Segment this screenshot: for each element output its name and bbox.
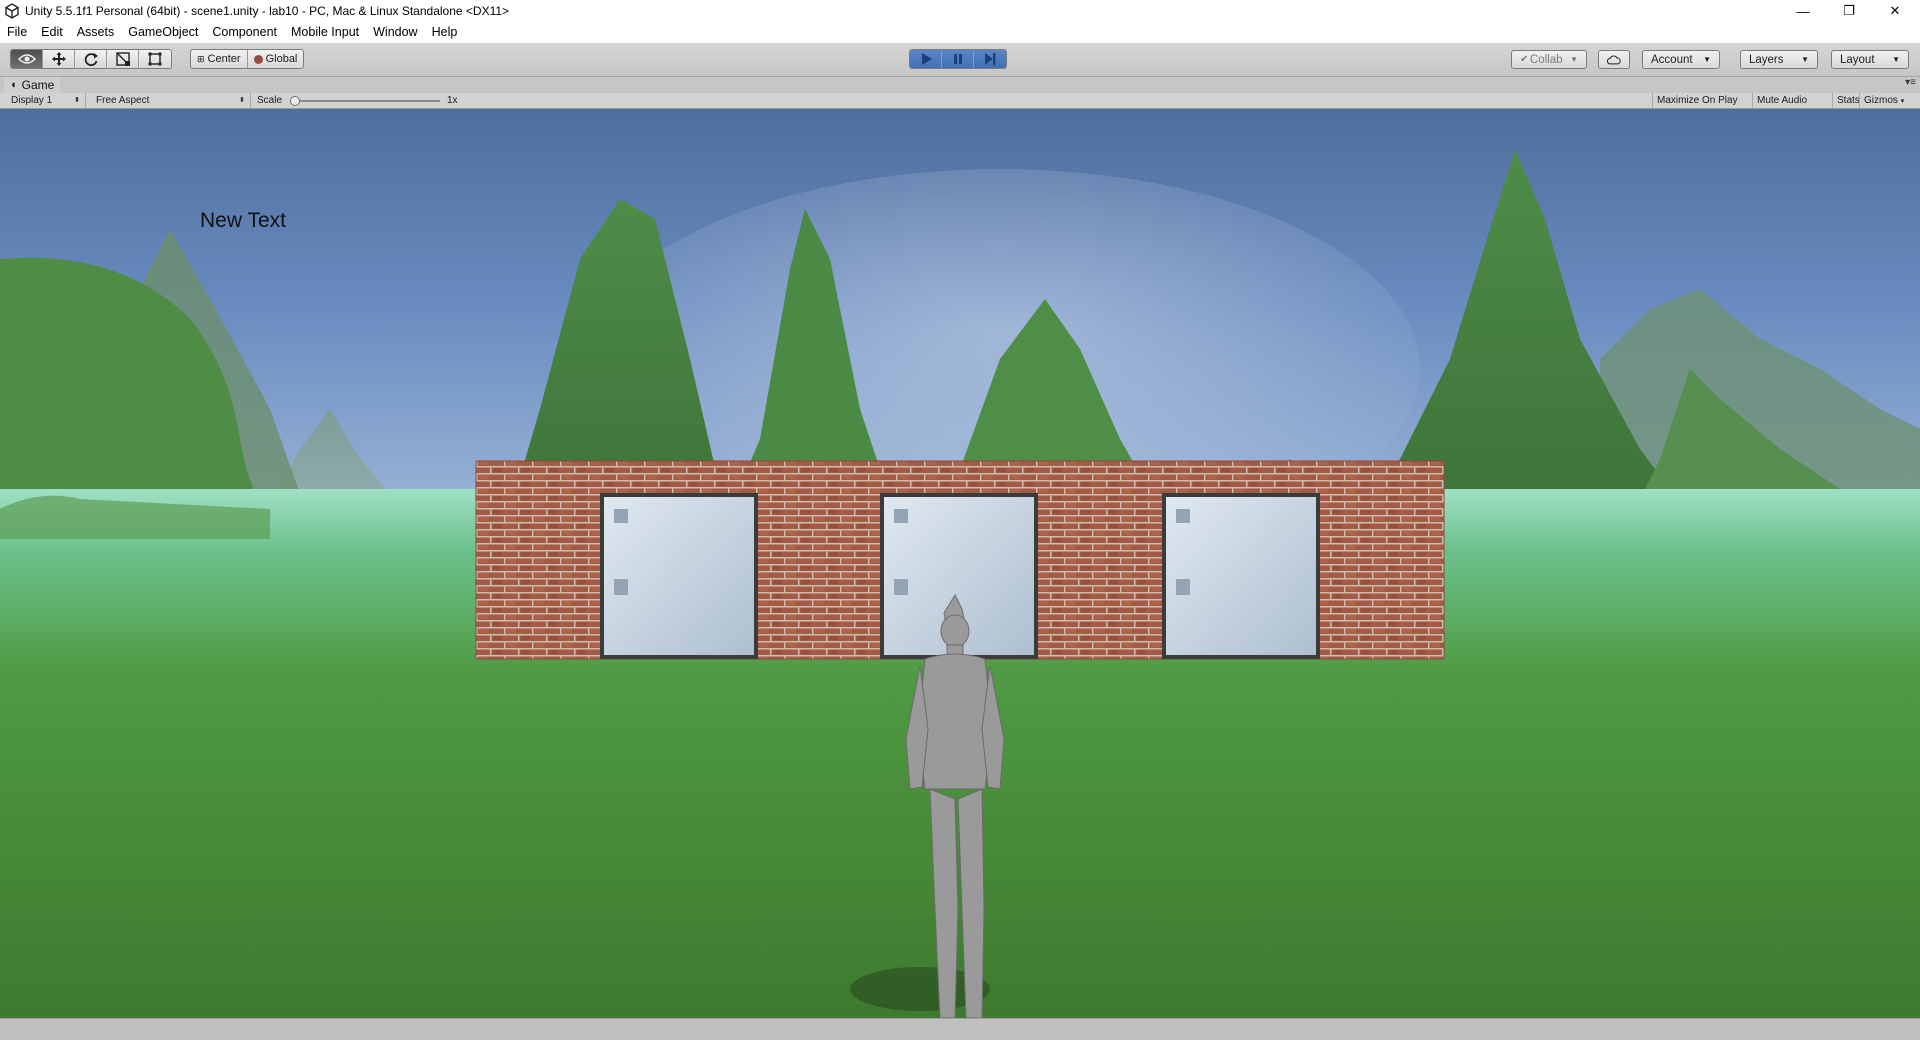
- eye-icon: [17, 54, 36, 64]
- menu-file[interactable]: File: [0, 22, 34, 43]
- restore-button[interactable]: ❐: [1826, 0, 1872, 22]
- rotate-tool-button[interactable]: [75, 50, 107, 68]
- tab-strip: ◖ Game ▾≡: [0, 77, 1920, 93]
- globe-icon: [253, 54, 263, 64]
- tab-game[interactable]: ◖ Game: [4, 77, 61, 93]
- pause-icon: [953, 54, 962, 64]
- transform-tools: [10, 49, 172, 69]
- menu-help[interactable]: Help: [425, 22, 465, 43]
- game-viewport[interactable]: New Text: [0, 109, 1920, 1018]
- minimize-button[interactable]: —: [1780, 0, 1826, 22]
- view-tool-button[interactable]: [11, 50, 43, 68]
- pivot-global-button[interactable]: Global: [248, 50, 304, 68]
- scale-value: 1x: [447, 95, 458, 106]
- menu-window[interactable]: Window: [366, 22, 424, 43]
- door-right: [1162, 493, 1320, 659]
- updown-icon: ⬍: [74, 97, 80, 104]
- gizmos-dropdown[interactable]: Gizmos ▾: [1859, 93, 1913, 108]
- move-arrows-icon: [51, 52, 66, 66]
- rect-tool-button[interactable]: [139, 50, 171, 68]
- menu-gameobject[interactable]: GameObject: [121, 22, 205, 43]
- cloud-button[interactable]: [1598, 50, 1630, 69]
- playback-controls: [909, 49, 1007, 69]
- scale-slider-track[interactable]: [292, 100, 440, 102]
- menu-mobile-input[interactable]: Mobile Input: [284, 22, 366, 43]
- rotate-icon: [84, 53, 98, 67]
- layers-dropdown[interactable]: Layers ▼: [1740, 50, 1818, 69]
- pause-button[interactable]: [942, 50, 974, 68]
- collab-dropdown[interactable]: ✔ Collab ▼: [1511, 50, 1587, 69]
- menu-component[interactable]: Component: [205, 22, 284, 43]
- updown-icon: ⬍: [239, 97, 245, 104]
- game-scene: [0, 149, 1920, 1018]
- aspect-dropdown[interactable]: Free Aspect ⬍: [91, 93, 251, 108]
- chevron-down-icon: ▼: [1892, 55, 1900, 64]
- chevron-down-icon: ▼: [1703, 55, 1711, 64]
- door-left: [600, 493, 758, 659]
- window-title: Unity 5.5.1f1 Personal (64bit) - scene1.…: [25, 4, 510, 18]
- close-button[interactable]: ✕: [1872, 0, 1918, 22]
- play-button[interactable]: [910, 50, 942, 68]
- display-dropdown[interactable]: Display 1 ⬍: [6, 93, 86, 108]
- menu-edit[interactable]: Edit: [34, 22, 70, 43]
- pacman-game-icon: ◖: [10, 79, 17, 91]
- move-tool-button[interactable]: [43, 50, 75, 68]
- chevron-down-icon: ▾: [1900, 98, 1905, 105]
- cloud-icon: [1607, 55, 1621, 64]
- layout-dropdown[interactable]: Layout ▼: [1831, 50, 1909, 69]
- step-button[interactable]: [974, 50, 1006, 68]
- scale-label: Scale: [257, 95, 283, 106]
- play-icon: [921, 53, 932, 65]
- pivot-center-button[interactable]: ⊞ Center: [191, 50, 248, 68]
- status-bar: [0, 1018, 1920, 1040]
- title-bar: Unity 5.5.1f1 Personal (64bit) - scene1.…: [0, 0, 1920, 22]
- ui-text-label: New Text: [200, 209, 286, 232]
- scale-tool-button[interactable]: [107, 50, 139, 68]
- tab-options-icon[interactable]: ▾≡: [1905, 77, 1916, 88]
- maximize-on-play-toggle[interactable]: Maximize On Play: [1652, 93, 1742, 108]
- account-dropdown[interactable]: Account ▼: [1642, 50, 1720, 69]
- scale-icon: [115, 52, 130, 66]
- rect-transform-icon: [148, 52, 162, 66]
- main-toolbar: ⊞ Center Global ✔ Collab ▼ Account ▼ Lay…: [0, 43, 1920, 77]
- menu-assets[interactable]: Assets: [70, 22, 122, 43]
- pivot-icon: ⊞: [197, 53, 205, 64]
- pivot-toggles: ⊞ Center Global: [190, 49, 305, 69]
- step-icon: [985, 53, 996, 65]
- check-circle-icon: ✔: [1520, 54, 1529, 65]
- scale-slider-thumb[interactable]: [290, 96, 300, 106]
- game-view-controls: Display 1 ⬍ Free Aspect ⬍ Scale 1x Maxim…: [0, 93, 1920, 109]
- chevron-down-icon: ▼: [1570, 55, 1578, 64]
- mute-audio-toggle[interactable]: Mute Audio: [1752, 93, 1811, 108]
- menu-bar: File Edit Assets GameObject Component Mo…: [0, 22, 1920, 43]
- unity-logo-icon: [5, 3, 19, 19]
- chevron-down-icon: ▼: [1801, 55, 1809, 64]
